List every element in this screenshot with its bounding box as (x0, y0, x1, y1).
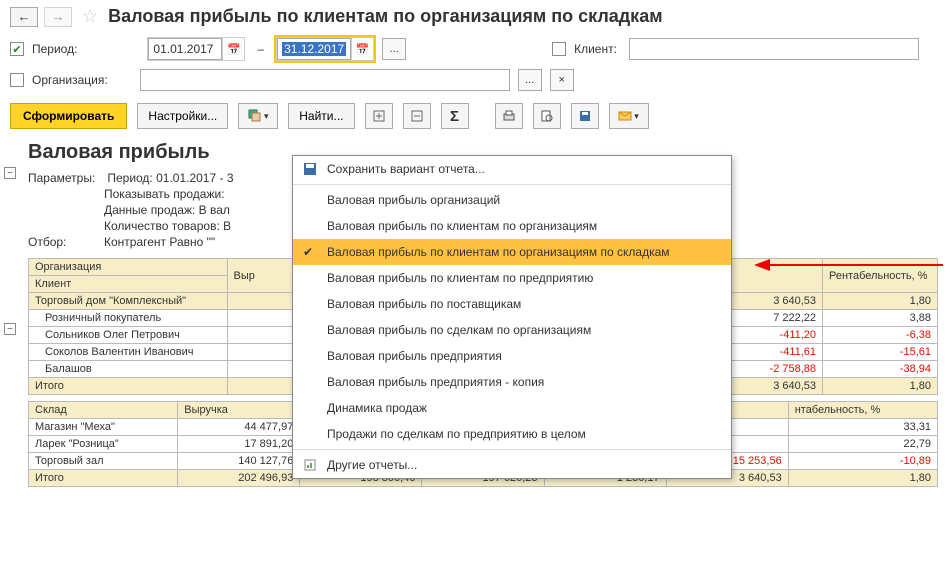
org-checkbox[interactable] (10, 73, 24, 87)
back-button[interactable]: ← (10, 7, 38, 27)
menu-save-variant[interactable]: Сохранить вариант отчета... (293, 156, 731, 182)
generate-button[interactable]: Сформировать (10, 103, 127, 129)
col-revenue: Выручка (178, 402, 300, 419)
org-input[interactable] (140, 69, 510, 91)
col-org: Организация (29, 259, 228, 276)
menu-item[interactable]: Валовая прибыль организаций (293, 187, 731, 213)
org-more-button[interactable]: ... (518, 69, 542, 91)
date-from-input[interactable]: 01.01.2017 (148, 38, 222, 60)
forward-button[interactable]: → (44, 7, 72, 27)
date-dash: – (257, 42, 264, 56)
menu-item[interactable]: Продажи по сделкам по предприятию в цело… (293, 421, 731, 447)
report-icon (303, 458, 317, 475)
menu-item[interactable]: Валовая прибыль по клиентам по предприят… (293, 265, 731, 291)
save-icon (303, 162, 317, 179)
client-checkbox[interactable] (552, 42, 566, 56)
col-warehouse: Склад (29, 402, 178, 419)
menu-item-selected[interactable]: ✔ Валовая прибыль по клиентам по организ… (293, 239, 731, 265)
date-to-input[interactable]: 31.12.2017 (277, 38, 351, 60)
menu-item[interactable]: Валовая прибыль по клиентам по организац… (293, 213, 731, 239)
settings-button[interactable]: Настройки... (137, 103, 228, 129)
col-rent: Рентабельность, % (823, 259, 938, 293)
calendar-icon[interactable]: 📅 (351, 38, 373, 60)
period-label: Период: (32, 42, 77, 56)
menu-item[interactable]: Валовая прибыль предприятия - копия (293, 369, 731, 395)
print-button[interactable] (495, 103, 523, 129)
menu-other-reports[interactable]: Другие отчеты... (293, 452, 731, 478)
org-label: Организация: (32, 73, 108, 87)
collapse-icon[interactable] (403, 103, 431, 129)
page-title: Валовая прибыль по клиентам по организац… (108, 6, 662, 27)
favorite-icon[interactable]: ☆ (82, 6, 98, 27)
preview-button[interactable] (533, 103, 561, 129)
col-client: Клиент (29, 276, 228, 293)
tree-toggle[interactable]: − (4, 167, 16, 179)
save-report-button[interactable] (571, 103, 599, 129)
client-label: Клиент: (574, 42, 617, 56)
menu-item[interactable]: Валовая прибыль предприятия (293, 343, 731, 369)
col-rent: нтабельность, % (788, 402, 937, 419)
client-input[interactable] (629, 38, 919, 60)
menu-item[interactable]: Валовая прибыль по сделкам по организаци… (293, 317, 731, 343)
tree-toggle[interactable]: − (4, 323, 16, 335)
period-more-button[interactable]: ... (382, 38, 406, 60)
expand-icon[interactable] (365, 103, 393, 129)
variant-dropdown-button[interactable]: ▾ (238, 103, 278, 129)
variant-dropdown-menu: Сохранить вариант отчета... Валовая приб… (292, 155, 732, 479)
calendar-icon[interactable]: 📅 (222, 38, 244, 60)
menu-item[interactable]: Динамика продаж (293, 395, 731, 421)
find-button[interactable]: Найти... (288, 103, 354, 129)
send-button[interactable]: ▾ (609, 103, 649, 129)
period-checkbox[interactable]: ✔ (10, 42, 24, 56)
menu-item[interactable]: Валовая прибыль по поставщикам (293, 291, 731, 317)
col-profit (729, 259, 823, 293)
sum-button[interactable]: Σ (441, 103, 469, 129)
check-icon: ✔ (303, 245, 313, 259)
org-clear-button[interactable]: × (550, 69, 574, 91)
